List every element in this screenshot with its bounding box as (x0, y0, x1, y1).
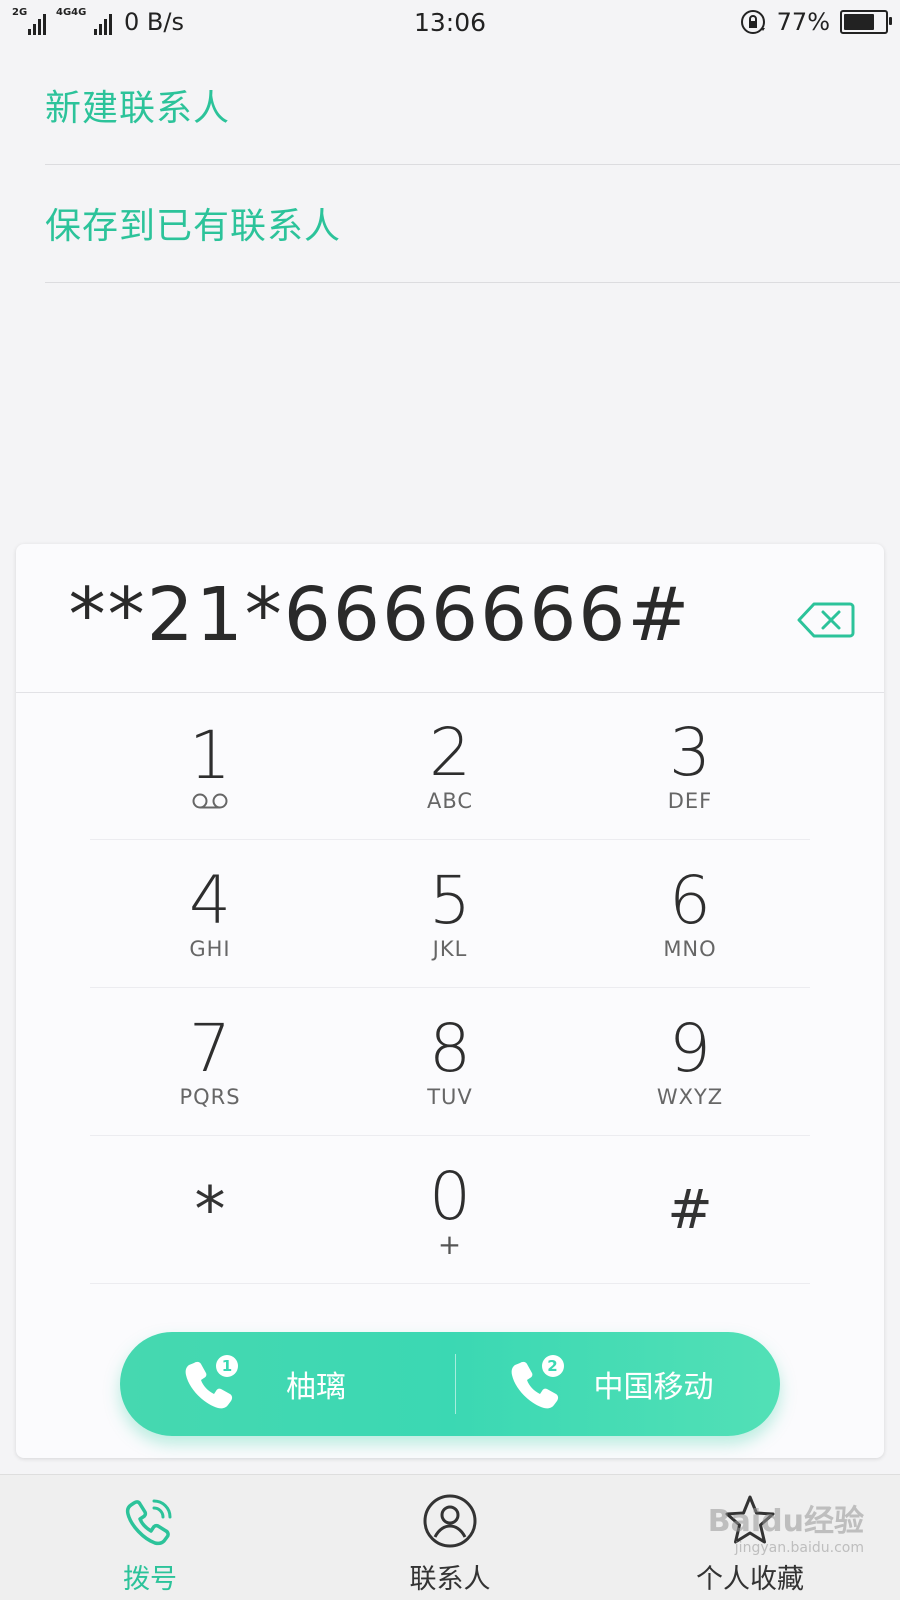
key-digit: 3 (669, 713, 711, 791)
sim-badge: 2 (541, 1355, 564, 1377)
dialed-number[interactable]: **21*6666666# (16, 572, 744, 658)
key-3[interactable]: 3 DEF (570, 692, 810, 839)
key-7[interactable]: 7 PQRS (90, 988, 330, 1135)
tab-favorites-label: 个人收藏 (696, 1564, 804, 1595)
key-8[interactable]: 8 TUV (330, 988, 570, 1135)
key-6[interactable]: 6 MNO (570, 840, 810, 987)
key-digit: 8 (429, 1009, 471, 1087)
tab-contacts-label: 联系人 (409, 1564, 491, 1595)
keypad-row: 7 PQRS 8 TUV 9 WXYZ (90, 988, 810, 1136)
key-digit: 0 (429, 1157, 471, 1235)
call-bar: 1 柚璃 2 中国移动 (120, 1332, 780, 1436)
key-2[interactable]: 2 ABC (330, 692, 570, 839)
key-digit: 1 (189, 716, 231, 794)
keypad-row: 4 GHI 5 JKL 6 MNO (90, 840, 810, 988)
phone-call-icon (125, 1499, 172, 1546)
tab-contacts[interactable]: 联系人 (300, 1475, 600, 1600)
battery-fill (844, 14, 874, 30)
backspace-icon[interactable] (796, 600, 856, 640)
watermark-brand: Baidu经验 (707, 1504, 864, 1539)
phone-screen: 2G 4G4G 0 B/s 13:06 77% 新建联系人 保存到已有联系人 *… (0, 0, 900, 1600)
battery-percent: 77% (776, 8, 830, 36)
status-bar: 2G 4G4G 0 B/s 13:06 77% (0, 0, 900, 46)
key-digit: 7 (189, 1009, 231, 1087)
key-0[interactable]: 0 + (330, 1136, 570, 1283)
key-letters: + (437, 1227, 463, 1261)
rotation-lock-icon (740, 10, 765, 34)
sim-badge: 1 (216, 1355, 238, 1377)
key-digit: 2 (429, 713, 471, 791)
key-hash[interactable]: # (570, 1136, 810, 1283)
key-9[interactable]: 9 WXYZ (570, 988, 810, 1135)
keypad-row: 1 2 ABC 3 DEF (90, 692, 810, 840)
key-letters: MNO (663, 936, 717, 961)
keypad: 1 2 ABC 3 DEF 4 GHI 5 JKL 6 MNO 7 PQRS 8… (90, 692, 810, 1284)
key-digit: 6 (669, 861, 711, 939)
key-digit: * (194, 1172, 226, 1246)
tab-dial-label: 拨号 (123, 1564, 177, 1595)
key-letters: TUV (427, 1084, 473, 1109)
new-contact-option[interactable]: 新建联系人 (45, 46, 900, 165)
key-digit: # (667, 1177, 713, 1241)
key-letters: GHI (189, 936, 231, 961)
watermark: Baidu经验 jingyan.baidu.com (708, 1496, 864, 1556)
key-4[interactable]: 4 GHI (90, 840, 330, 987)
tab-dial[interactable]: 拨号 (0, 1475, 300, 1600)
number-row: **21*6666666# (16, 544, 884, 693)
status-right: 77% (739, 8, 892, 36)
dialer-panel: **21*6666666# 1 2 ABC 3 DEF 4 GHI 5 JKL … (16, 544, 884, 1458)
call-sim1-label: 柚璃 (286, 1370, 346, 1405)
save-to-existing-contact-option[interactable]: 保存到已有联系人 (45, 164, 900, 283)
person-icon (423, 1494, 477, 1548)
key-letters: PQRS (179, 1084, 241, 1109)
phone-icon: 2 (506, 1355, 564, 1413)
key-digit: 4 (189, 861, 231, 939)
key-digit: 9 (669, 1009, 711, 1087)
call-sim2-button[interactable]: 2 中国移动 (456, 1332, 781, 1436)
key-letters: WXYZ (656, 1084, 724, 1109)
key-letters: DEF (667, 788, 713, 813)
call-sim2-label: 中国移动 (593, 1370, 714, 1405)
key-letters: JKL (432, 936, 468, 961)
save-to-existing-label: 保存到已有联系人 (45, 206, 342, 247)
key-letters: ABC (426, 788, 474, 813)
key-star[interactable]: * (90, 1136, 330, 1283)
key-5[interactable]: 5 JKL (330, 840, 570, 987)
watermark-url: jingyan.baidu.com (734, 1540, 864, 1556)
keypad-row: * 0 + # (90, 1136, 810, 1284)
key-1[interactable]: 1 (90, 692, 330, 839)
phone-icon: 1 (180, 1355, 238, 1413)
new-contact-label: 新建联系人 (45, 88, 231, 129)
call-sim1-button[interactable]: 1 柚璃 (120, 1332, 455, 1436)
key-digit: 5 (429, 861, 471, 939)
battery-icon (840, 10, 892, 34)
voicemail-icon (192, 793, 228, 808)
